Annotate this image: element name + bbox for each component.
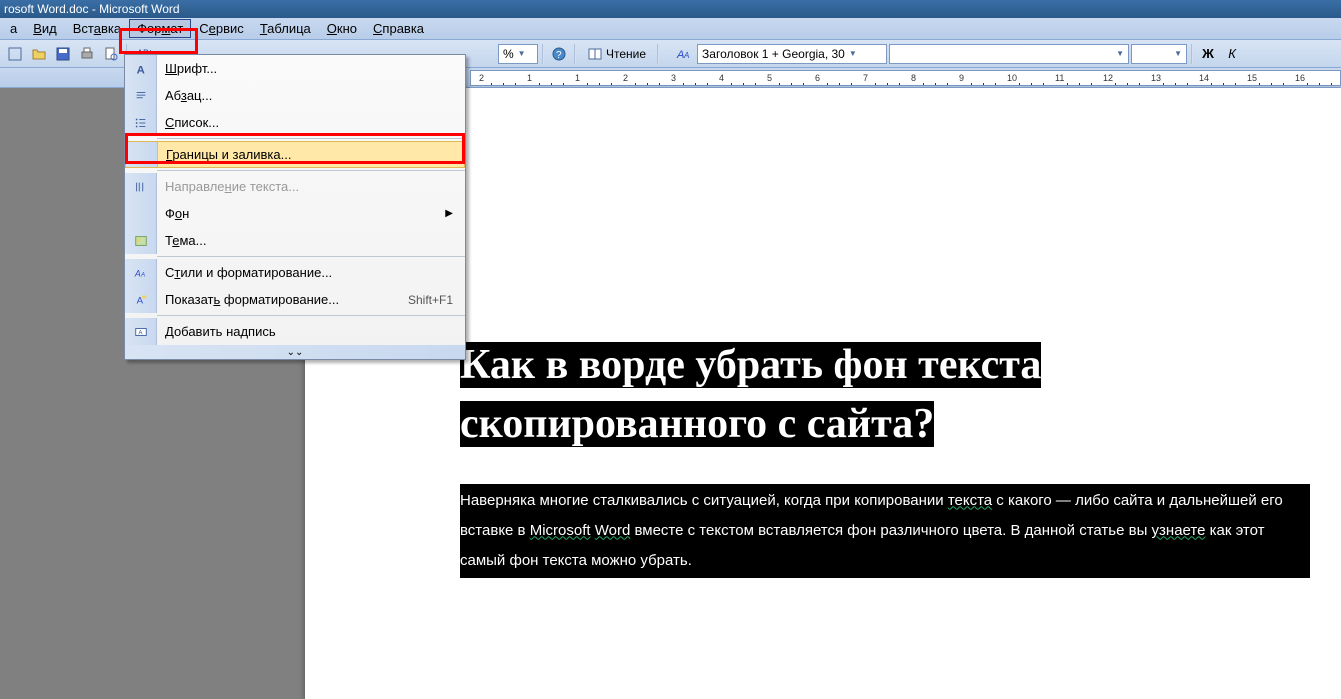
submenu-arrow-icon: ▶ — [445, 208, 465, 219]
format-dropdown: A Шрифт... Абзац... Список... Границы и … — [124, 54, 466, 360]
document-body[interactable]: Наверняка многие сталкивались с ситуацие… — [460, 484, 1310, 578]
menu-file-frag[interactable]: а — [2, 19, 25, 38]
svg-text:?: ? — [556, 50, 562, 61]
paragraph-icon — [125, 82, 157, 109]
menu-background[interactable]: Фон ▶ — [125, 200, 465, 227]
italic-button[interactable]: К — [1221, 43, 1243, 65]
ruler-scale[interactable]: 211234567891011121314151617 — [470, 70, 1341, 86]
menu-bar: а Вид Вставка Формат Сервис Таблица Окно… — [0, 18, 1341, 40]
menu-text-direction[interactable]: Направление текста... — [125, 173, 465, 200]
menu-theme[interactable]: Тема... — [125, 227, 465, 254]
styles-icon: AA — [125, 259, 157, 286]
menu-font[interactable]: A Шрифт... — [125, 55, 465, 82]
menu-paragraph[interactable]: Абзац... — [125, 82, 465, 109]
menu-service[interactable]: Сервис — [191, 19, 252, 38]
menu-help[interactable]: Справка — [365, 19, 432, 38]
svg-text:A: A — [683, 51, 689, 60]
textbox-icon: A — [125, 318, 157, 345]
open-button[interactable] — [28, 43, 50, 65]
menu-reveal-formatting[interactable]: A Показать форматирование... Shift+F1 — [125, 286, 465, 313]
chevron-down-icon: ⌄⌄ — [287, 347, 304, 358]
print-button[interactable] — [76, 43, 98, 65]
menu-view[interactable]: Вид — [25, 19, 65, 38]
menu-styles-formatting[interactable]: AA Стили и форматирование... — [125, 259, 465, 286]
document-heading[interactable]: Как в ворде убрать фон текста скопирован… — [460, 342, 1041, 447]
document-content: Как в ворде убрать фон текста скопирован… — [460, 336, 1310, 578]
zoom-combo[interactable]: %▼ — [498, 44, 538, 64]
menu-borders-shading[interactable]: Границы и заливка... — [125, 141, 465, 168]
theme-icon — [125, 227, 157, 254]
menu-list[interactable]: Список... — [125, 109, 465, 136]
help-button[interactable]: ? — [548, 43, 570, 65]
format-red-highlight — [119, 28, 198, 54]
blank-icon — [125, 200, 157, 227]
menu-add-textbox[interactable]: A Добавить надпись — [125, 318, 465, 345]
font-icon: A — [125, 55, 157, 82]
svg-text:A: A — [140, 271, 145, 278]
menu-window[interactable]: Окно — [319, 19, 365, 38]
svg-text:A: A — [134, 268, 141, 278]
menu-table[interactable]: Таблица — [252, 19, 319, 38]
menu-expand[interactable]: ⌄⌄ — [125, 345, 465, 359]
title-bar: rosoft Word.doc - Microsoft Word — [0, 0, 1341, 18]
font-combo[interactable]: ▼ — [889, 44, 1129, 64]
reading-button[interactable]: Чтение — [580, 43, 653, 65]
style-combo[interactable]: Заголовок 1 + Georgia, 30▼ — [697, 44, 887, 64]
svg-text:A: A — [136, 64, 144, 76]
save-button[interactable] — [52, 43, 74, 65]
direction-icon — [125, 173, 157, 200]
blank-icon — [126, 142, 158, 167]
bold-button[interactable]: Ж — [1197, 43, 1219, 65]
toolbar-btn-1[interactable] — [4, 43, 26, 65]
reveal-icon: A — [125, 286, 157, 313]
style-aa-button[interactable]: AA — [673, 43, 695, 65]
window-title: rosoft Word.doc - Microsoft Word — [4, 2, 180, 16]
list-icon — [125, 109, 157, 136]
size-combo[interactable]: ▼ — [1131, 44, 1187, 64]
